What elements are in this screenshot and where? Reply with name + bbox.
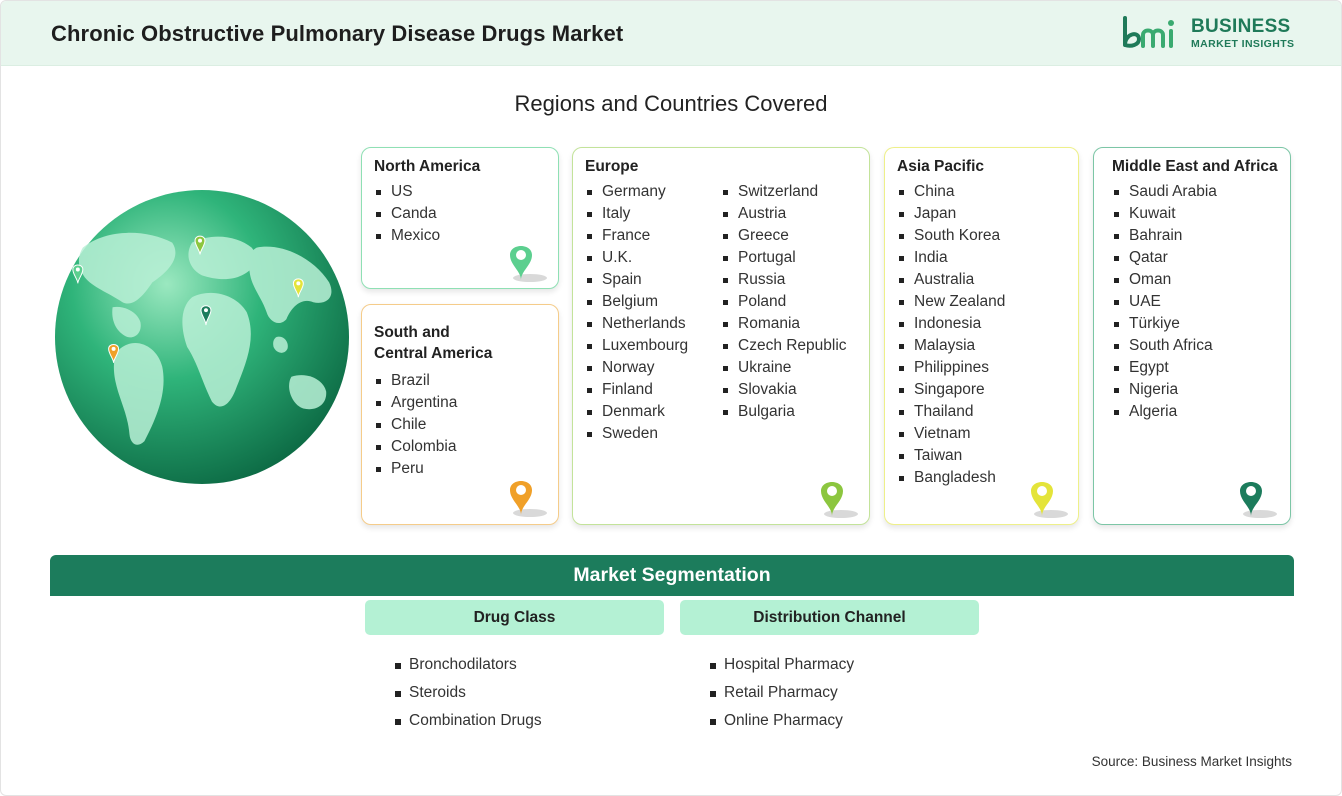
list-item: Online Pharmacy [710, 707, 854, 735]
list-item: Russia [721, 269, 857, 291]
segment-header-drug-class: Drug Class [365, 600, 664, 635]
country-list-asia-pacific: China Japan South Korea India Australia … [897, 181, 1066, 489]
bmi-logo: BUSINESS MARKET INSIGHTS [1121, 15, 1301, 55]
list-item: Retail Pharmacy [710, 679, 854, 707]
list-item: Belgium [585, 291, 721, 313]
region-title-asia-pacific: Asia Pacific [897, 158, 985, 175]
list-item: Canda [374, 203, 546, 225]
bmi-logo-mark-icon [1123, 16, 1174, 48]
region-title-north-america: North America [374, 158, 481, 175]
list-item: South Africa [1112, 335, 1278, 357]
globe-illustration [54, 189, 350, 485]
list-item: Netherlands [585, 313, 721, 335]
list-item: Greece [721, 225, 857, 247]
list-item: Singapore [897, 379, 1066, 401]
list-item: Bahrain [1112, 225, 1278, 247]
list-item: Slovakia [721, 379, 857, 401]
list-item: Brazil [374, 370, 546, 392]
region-title-south-central-america: South and Central America [374, 322, 546, 364]
list-item: Hospital Pharmacy [710, 651, 854, 679]
list-item: Italy [585, 203, 721, 225]
page-title: Chronic Obstructive Pulmonary Disease Dr… [51, 21, 624, 46]
list-item: U.K. [585, 247, 721, 269]
source-note: Source: Business Market Insights [1091, 754, 1292, 769]
region-card-asia-pacific: Asia Pacific China Japan South Korea Ind… [884, 147, 1079, 525]
country-columns-europe: Germany Italy France U.K. Spain Belgium … [585, 177, 857, 445]
list-item: Bronchodilators [395, 651, 542, 679]
logo-text-market-insights: MARKET INSIGHTS [1191, 38, 1295, 50]
region-title-europe: Europe [585, 158, 639, 175]
map-pin-middle-east-africa-icon [1240, 482, 1277, 518]
region-title-line: Central America [374, 345, 493, 362]
list-item: South Korea [897, 225, 1066, 247]
list-item: Denmark [585, 401, 721, 423]
list-item: Czech Republic [721, 335, 857, 357]
list-item: Australia [897, 269, 1066, 291]
list-item: Türkiye [1112, 313, 1278, 335]
list-item: Norway [585, 357, 721, 379]
list-item: China [897, 181, 1066, 203]
list-item: Bulgaria [721, 401, 857, 423]
list-item: Argentina [374, 392, 546, 414]
country-list-europe-col2: Switzerland Austria Greece Portugal Russ… [721, 181, 857, 445]
logo-text-business: BUSINESS [1191, 16, 1291, 37]
region-card-south-central-america: South and Central America Brazil Argenti… [361, 304, 559, 525]
list-item: Germany [585, 181, 721, 203]
list-item: Combination Drugs [395, 707, 542, 735]
list-item: India [897, 247, 1066, 269]
map-pin-north-america-icon [510, 246, 547, 282]
segment-header-distribution-channel: Distribution Channel [680, 600, 979, 635]
list-item: Chile [374, 414, 546, 436]
list-item: Austria [721, 203, 857, 225]
list-item: Qatar [1112, 247, 1278, 269]
list-item: Philippines [897, 357, 1066, 379]
segment-list-drug-class: Bronchodilators Steroids Combination Dru… [395, 651, 542, 735]
region-card-europe: Europe Germany Italy France U.K. Spain B… [572, 147, 870, 525]
header-bar: Chronic Obstructive Pulmonary Disease Dr… [1, 1, 1341, 66]
list-item: New Zealand [897, 291, 1066, 313]
section-subtitle: Regions and Countries Covered [514, 91, 828, 116]
country-list-middle-east-africa: Saudi Arabia Kuwait Bahrain Qatar Oman U… [1112, 181, 1278, 423]
country-list-north-america: US Canda Mexico [374, 181, 546, 247]
list-item: Luxembourg [585, 335, 721, 357]
list-item: Ukraine [721, 357, 857, 379]
list-item: Thailand [897, 401, 1066, 423]
list-item: UAE [1112, 291, 1278, 313]
list-item: Malaysia [897, 335, 1066, 357]
country-list-europe-col1: Germany Italy France U.K. Spain Belgium … [585, 181, 721, 445]
region-title-line: South and [374, 324, 450, 341]
list-item: Romania [721, 313, 857, 335]
list-item: Poland [721, 291, 857, 313]
segment-list-distribution-channel: Hospital Pharmacy Retail Pharmacy Online… [710, 651, 854, 735]
list-item: Finland [585, 379, 721, 401]
list-item: Egypt [1112, 357, 1278, 379]
list-item: Steroids [395, 679, 542, 707]
region-card-middle-east-africa: Middle East and Africa Saudi Arabia Kuwa… [1093, 147, 1291, 525]
list-item: Colombia [374, 436, 546, 458]
map-pin-europe-icon [821, 482, 858, 518]
map-pin-asia-pacific-icon [1031, 482, 1068, 518]
list-item: France [585, 225, 721, 247]
list-item: Portugal [721, 247, 857, 269]
list-item: Spain [585, 269, 721, 291]
country-list-south-central-america: Brazil Argentina Chile Colombia Peru [374, 370, 546, 480]
list-item: Saudi Arabia [1112, 181, 1278, 203]
list-item: Switzerland [721, 181, 857, 203]
list-item: Algeria [1112, 401, 1278, 423]
list-item: Vietnam [897, 423, 1066, 445]
list-item: Sweden [585, 423, 721, 445]
region-card-north-america: North America US Canda Mexico [361, 147, 559, 289]
list-item: Nigeria [1112, 379, 1278, 401]
list-item: US [374, 181, 546, 203]
list-item: Japan [897, 203, 1066, 225]
list-item: Indonesia [897, 313, 1066, 335]
list-item: Taiwan [897, 445, 1066, 467]
region-title-middle-east-africa: Middle East and Africa [1112, 158, 1278, 175]
list-item: Kuwait [1112, 203, 1278, 225]
map-pin-south-central-america-icon [510, 481, 547, 517]
market-segmentation-banner: Market Segmentation [50, 555, 1294, 596]
list-item: Oman [1112, 269, 1278, 291]
infographic-frame: Chronic Obstructive Pulmonary Disease Dr… [0, 0, 1342, 796]
